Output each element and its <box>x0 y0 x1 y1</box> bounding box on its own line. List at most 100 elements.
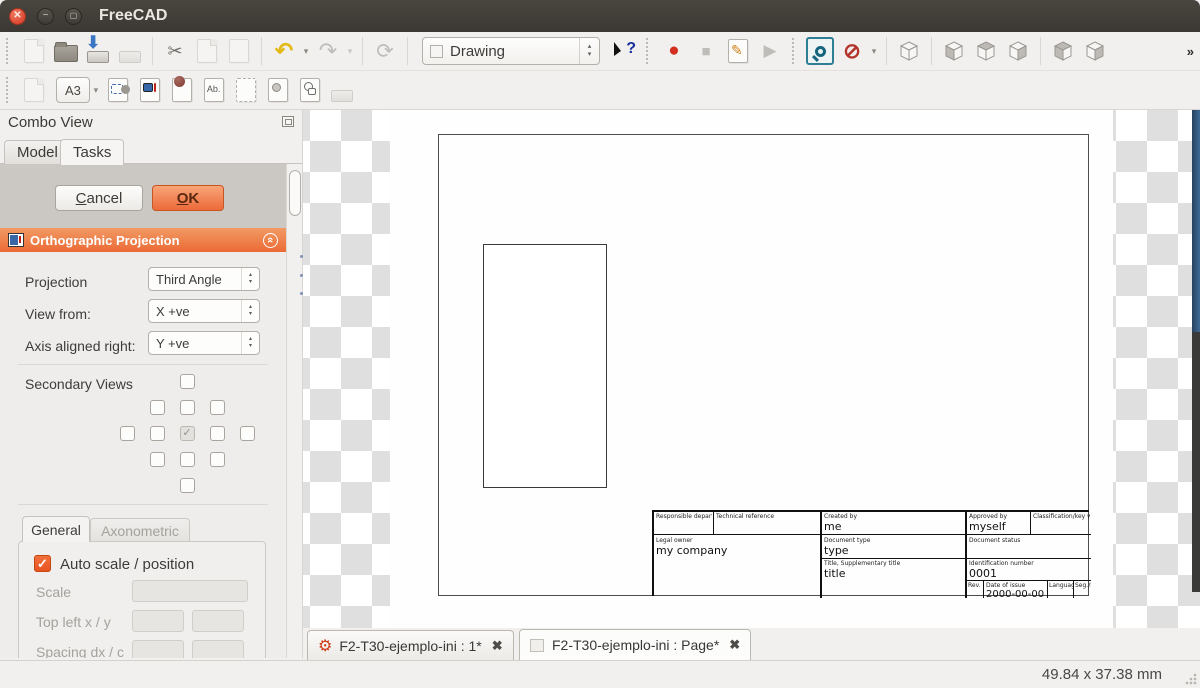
scale-label: Scale <box>36 584 71 600</box>
secondary-view-checkbox[interactable] <box>180 400 195 415</box>
export-page-button[interactable] <box>326 74 358 106</box>
copy-button[interactable] <box>191 35 223 67</box>
annotation-view-button[interactable] <box>166 74 198 106</box>
tab-axonometric[interactable]: Axonometric <box>90 518 190 542</box>
float-panel-icon[interactable] <box>282 116 294 127</box>
cursor-dimensions: 49.84 x 37.38 mm <box>1042 666 1162 683</box>
fit-all-button[interactable] <box>804 35 836 67</box>
macro-record-button[interactable]: ● <box>658 35 690 67</box>
save-button[interactable]: ⬇ <box>82 35 114 67</box>
view-bottom-button[interactable] <box>1079 35 1111 67</box>
secondary-view-checkbox[interactable] <box>210 400 225 415</box>
toolbar-separator <box>407 37 408 65</box>
toolbar-grip[interactable] <box>6 77 14 103</box>
tab-general[interactable]: General <box>22 516 90 542</box>
secondary-view-checkbox[interactable] <box>210 426 225 441</box>
secondary-view-checkbox[interactable] <box>210 452 225 467</box>
tab-tasks[interactable]: Tasks <box>60 139 124 165</box>
collapse-section-icon[interactable]: « <box>263 233 278 248</box>
resize-grip[interactable] <box>1185 673 1197 685</box>
axis-aligned-select[interactable]: Y +ve ▴▾ <box>148 331 260 355</box>
open-document-button[interactable] <box>50 35 82 67</box>
macro-stop-button[interactable]: ■ <box>690 35 722 67</box>
document-type-label: Document type <box>824 537 870 544</box>
view-top-button[interactable] <box>970 35 1002 67</box>
close-tab-icon[interactable]: ✖ <box>729 637 740 653</box>
tab-document-3d[interactable]: ⚙ F2-T30-ejemplo-ini : 1* ✖ <box>307 630 514 660</box>
secondary-view-checkbox[interactable] <box>180 478 195 493</box>
paste-button[interactable] <box>223 35 255 67</box>
symbol-button[interactable] <box>262 74 294 106</box>
draw-style-button[interactable]: ⊘ <box>836 35 868 67</box>
toolbar-separator <box>931 37 932 65</box>
part-view-rect[interactable] <box>483 244 607 488</box>
page-size-button[interactable]: A3 <box>56 77 90 103</box>
view-front-button[interactable] <box>938 35 970 67</box>
macro-edit-button[interactable]: ✎ <box>722 35 754 67</box>
secondary-view-checkbox[interactable] <box>240 426 255 441</box>
new-page-button[interactable] <box>18 74 50 106</box>
toolbar-overflow-button[interactable]: » <box>1187 44 1194 59</box>
undo-button[interactable]: ↶ <box>268 35 300 67</box>
undo-dropdown-caret[interactable]: ▾ <box>300 46 312 57</box>
macro-play-button[interactable]: ▶ <box>754 35 786 67</box>
whats-this-button[interactable]: ? <box>608 35 640 67</box>
maximize-window-button[interactable]: ▢ <box>65 8 82 25</box>
view-axonometric-button[interactable] <box>893 35 925 67</box>
panel-scrollbar-thumb[interactable] <box>289 170 301 216</box>
tab-document-page[interactable]: F2-T30-ejemplo-ini : Page* ✖ <box>519 629 751 660</box>
print-icon <box>119 51 141 63</box>
symbol-icon <box>268 78 288 102</box>
view-rear-button[interactable] <box>1047 35 1079 67</box>
draw-style-caret[interactable]: ▾ <box>868 46 880 57</box>
toolbar-grip[interactable] <box>646 38 654 64</box>
minimize-window-button[interactable]: − <box>37 8 54 25</box>
undo-icon: ↶ <box>275 38 293 64</box>
annotation-text-button[interactable]: Ab. <box>198 74 230 106</box>
redo-button[interactable]: ↷ <box>312 35 344 67</box>
spacing-dy-input <box>192 640 244 658</box>
cut-button[interactable]: ✂ <box>159 35 191 67</box>
window-title: FreeCAD <box>99 7 167 25</box>
clip-group-button[interactable] <box>230 74 262 106</box>
insert-view-button[interactable] <box>102 74 134 106</box>
page-size-caret[interactable]: ▾ <box>90 85 102 96</box>
secondary-view-checkbox[interactable] <box>150 452 165 467</box>
secondary-view-checkbox[interactable] <box>180 374 195 389</box>
projection-select[interactable]: Third Angle ▴▾ <box>148 267 260 291</box>
view-scrollbar-handle[interactable] <box>1192 110 1200 332</box>
whats-this-icon: ? <box>612 39 636 63</box>
toolbar-grip[interactable] <box>792 38 800 64</box>
close-tab-icon[interactable]: ✖ <box>492 638 503 654</box>
secondary-view-checkbox[interactable] <box>180 452 195 467</box>
view-from-select[interactable]: X +ve ▴▾ <box>148 299 260 323</box>
view-from-spin[interactable]: ▴▾ <box>241 300 259 322</box>
toolbar-grip[interactable] <box>6 38 14 64</box>
classification-label: Classification/key words <box>1033 513 1090 520</box>
ortho-views-button[interactable] <box>134 74 166 106</box>
axonometric-cube-icon <box>897 39 921 63</box>
task-panel: Cancel OK Orthographic Projection « Proj… <box>0 164 286 658</box>
close-window-button[interactable]: ✕ <box>9 8 26 25</box>
auto-scale-checkbox[interactable]: ✓ <box>34 555 51 572</box>
redo-dropdown-caret[interactable]: ▾ <box>344 46 356 57</box>
axis-aligned-spin[interactable]: ▴▾ <box>241 332 259 354</box>
workbench-spin-buttons[interactable]: ▴▾ <box>579 38 599 64</box>
secondary-view-checkbox[interactable] <box>150 400 165 415</box>
view-right-button[interactable] <box>1002 35 1034 67</box>
secondary-view-checkbox[interactable] <box>120 426 135 441</box>
drawing-canvas[interactable]: Responsible department Technical referen… <box>303 110 1200 628</box>
new-document-button[interactable] <box>18 35 50 67</box>
secondary-view-checkbox[interactable] <box>150 426 165 441</box>
task-section-header[interactable]: Orthographic Projection « <box>0 228 286 252</box>
ok-button[interactable]: OK <box>152 185 224 211</box>
projection-spin[interactable]: ▴▾ <box>241 268 259 290</box>
view-scrollbar-track[interactable] <box>1192 332 1200 592</box>
refresh-button[interactable]: ⟳ <box>369 35 401 67</box>
right-view-cube-icon <box>1006 39 1030 63</box>
print-button[interactable] <box>114 35 146 67</box>
panel-scrollbar[interactable] <box>286 164 303 658</box>
draft-view-button[interactable] <box>294 74 326 106</box>
workbench-selector[interactable]: Drawing ▴▾ <box>422 37 600 65</box>
cancel-button[interactable]: Cancel <box>55 185 143 211</box>
